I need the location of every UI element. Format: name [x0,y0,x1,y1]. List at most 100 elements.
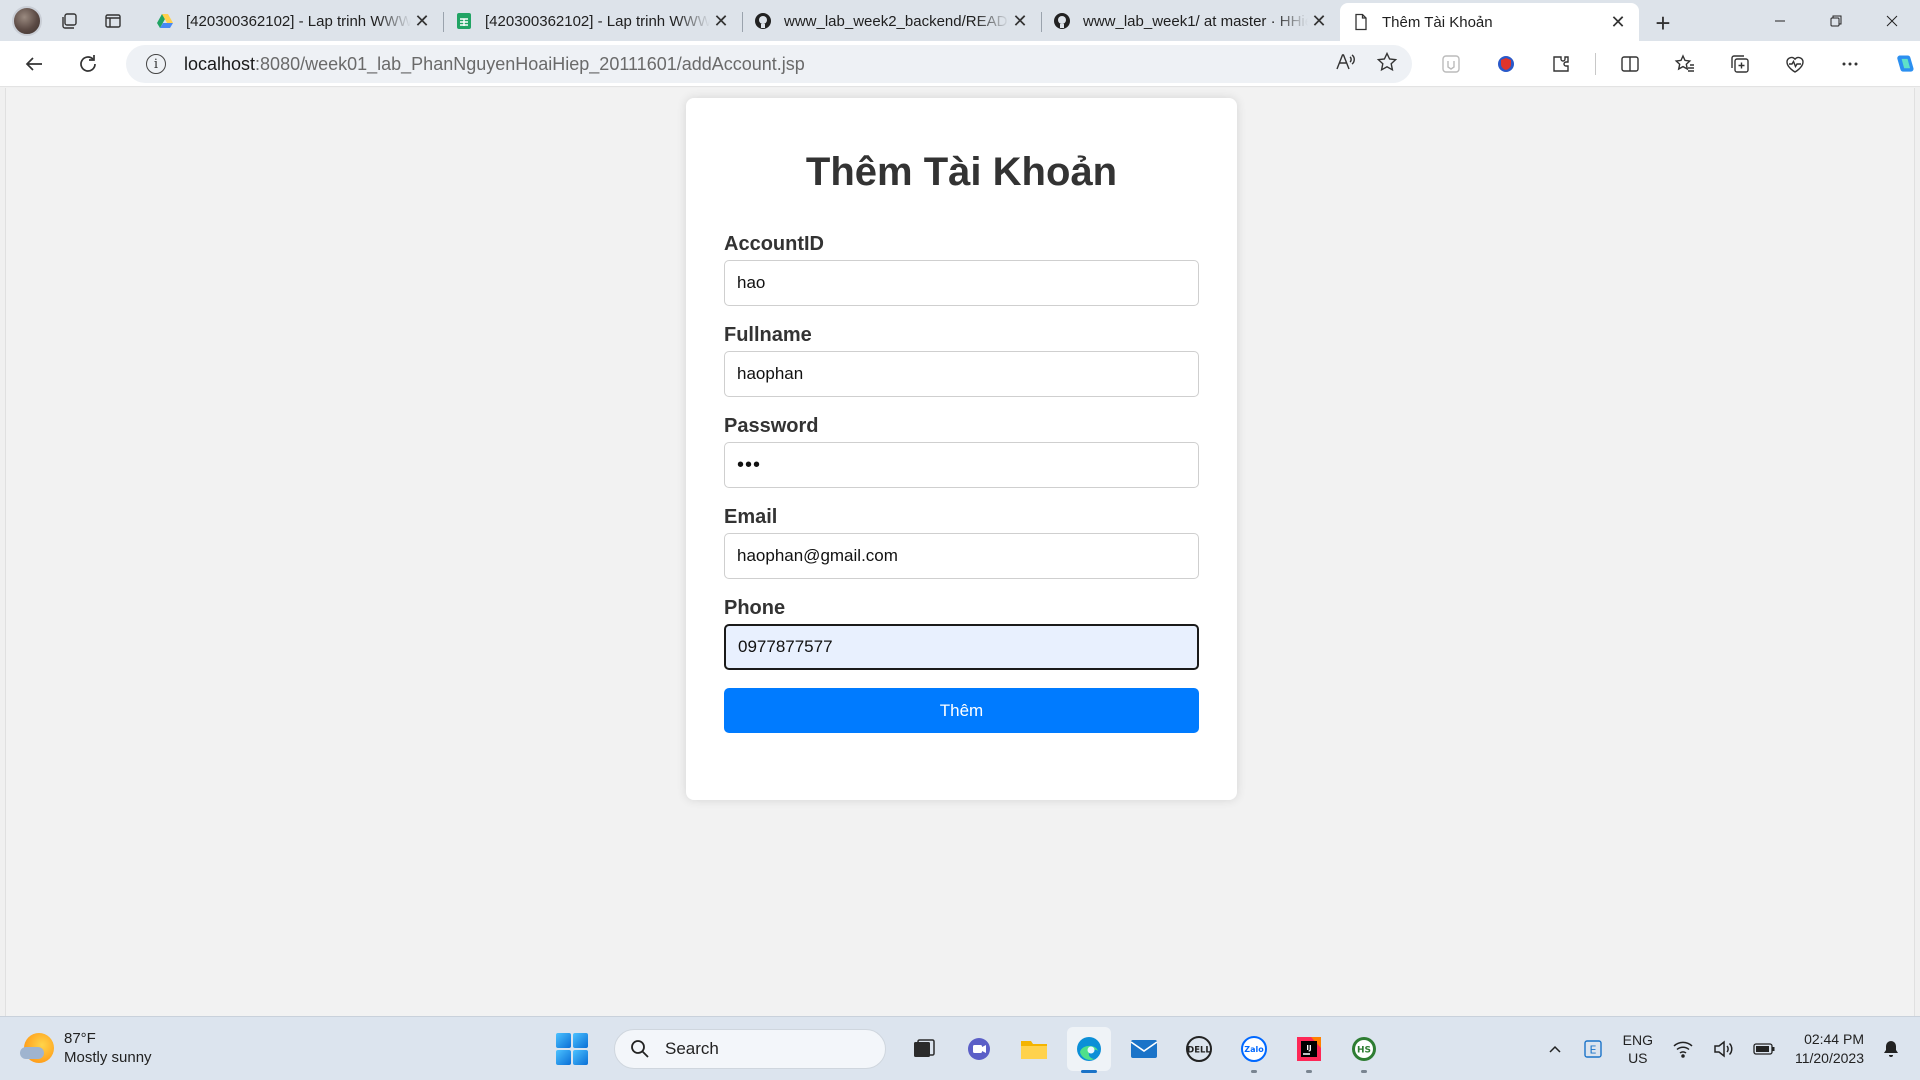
tab-title: www_lab_week1/ at master · HHiep [1083,12,1308,30]
new-tab-button[interactable]: + [1645,5,1681,41]
restore-icon[interactable] [1808,0,1864,41]
partly-sunny-icon [20,1033,54,1063]
toolbar-divider [1595,53,1596,75]
browser-essentials-icon[interactable] [1430,43,1472,85]
browser-health-icon[interactable] [1774,43,1816,85]
chevron-up-icon[interactable] [1547,1041,1563,1057]
more-options-icon[interactable] [1829,43,1871,85]
add-account-submit-button[interactable]: Thêm [724,688,1199,733]
page-viewport: Thêm Tài Khoản AccountID Fullname Passwo… [5,88,1915,1016]
browser-tab-strip: [420300362102] - Lap trinh WWW ✕ [420300… [0,0,1920,41]
window-controls [1752,0,1920,41]
file-explorer-icon[interactable] [1012,1027,1056,1071]
tab-github-week1[interactable]: www_lab_week1/ at master · HHiep ✕ [1041,4,1340,38]
github-icon [1053,12,1071,30]
windows-taskbar: 87°F Mostly sunny Search DELL Zalo IJ HS… [0,1016,1920,1080]
profile-avatar[interactable] [12,5,42,36]
favorite-star-icon[interactable] [1376,51,1398,78]
close-icon[interactable]: ✕ [710,10,732,32]
system-clock[interactable]: 02:44 PM 11/20/2023 [1795,1030,1864,1068]
github-icon [754,12,772,30]
fullname-input[interactable] [724,351,1199,397]
fullname-field-group: Fullname [724,324,1199,397]
tab-github-week2[interactable]: www_lab_week2_backend/README ✕ [742,4,1041,38]
taskbar-apps: Search DELL Zalo IJ HS [556,1025,1397,1073]
extensions-icon[interactable] [1540,43,1582,85]
tab-sheets[interactable]: [420300362102] - Lap trinh WWW ✕ [443,4,742,38]
password-label: Password [724,415,819,437]
windows-start-icon[interactable] [556,1033,588,1065]
google-sheets-icon [455,12,473,30]
intellij-icon[interactable]: IJ [1287,1027,1331,1073]
clock-time: 02:44 PM [1804,1031,1864,1047]
tab-drive[interactable]: [420300362102] - Lap trinh WWW ✕ [144,4,443,38]
tab-title: Thêm Tài Khoản [1382,13,1493,31]
tab-title: [420300362102] - Lap trinh WWW [186,12,411,30]
tab-add-account[interactable]: Thêm Tài Khoản ✕ [1340,3,1639,41]
edge-browser-icon[interactable] [1067,1027,1111,1073]
weather-widget[interactable]: 87°F Mostly sunny [20,1029,152,1067]
close-icon[interactable]: ✕ [1308,10,1330,32]
system-tray: E ENG US 02:44 PM 11/20/2023 [1547,1017,1920,1080]
accountid-label: AccountID [724,233,824,255]
language-indicator[interactable]: ENG US [1623,1031,1653,1067]
active-indicator [1081,1070,1097,1073]
tab-title: www_lab_week2_backend/README [784,12,1009,30]
back-icon[interactable] [14,44,54,84]
zalo-icon[interactable]: Zalo [1232,1027,1276,1073]
volume-icon[interactable] [1713,1040,1733,1058]
google-drive-icon [156,12,174,30]
toolbar-actions [1430,41,1920,87]
phone-label: Phone [724,597,786,619]
email-input[interactable] [724,533,1199,579]
close-icon[interactable]: ✕ [1009,10,1031,32]
close-window-icon[interactable] [1864,0,1920,41]
wifi-icon[interactable] [1673,1040,1693,1058]
tab-title: [420300362102] - Lap trinh WWW [485,12,710,30]
refresh-icon[interactable] [68,44,108,84]
copilot-icon[interactable] [1884,43,1920,85]
browser-toolbar: i localhost:8080/week01_lab_PhanNguyenHo… [0,41,1920,87]
fullname-label: Fullname [724,324,812,346]
svg-text:Zalo: Zalo [1244,1045,1264,1054]
tab-list: [420300362102] - Lap trinh WWW ✕ [420300… [144,0,1681,41]
workspaces-icon[interactable] [52,4,86,38]
close-icon[interactable]: ✕ [411,10,433,32]
svg-text:DELL: DELL [1187,1046,1211,1056]
teams-chat-icon[interactable] [957,1027,1001,1071]
search-label: Search [665,1039,719,1058]
svg-text:IJ: IJ [1306,1044,1311,1052]
running-indicator [1251,1070,1257,1073]
hs-app-icon[interactable]: HS [1342,1027,1386,1073]
collections-icon[interactable] [1719,43,1761,85]
password-input[interactable] [724,442,1199,488]
battery-icon[interactable] [1753,1042,1775,1056]
accountid-input[interactable] [724,260,1199,306]
svg-text:HS: HS [1357,1046,1371,1056]
running-indicator [1306,1070,1312,1073]
clock-date: 11/20/2023 [1794,1050,1864,1066]
site-info-icon[interactable]: i [146,54,166,74]
close-icon[interactable]: ✕ [1607,11,1629,33]
address-bar[interactable]: i localhost:8080/week01_lab_PhanNguyenHo… [126,45,1412,83]
task-view-icon[interactable] [902,1027,946,1071]
accountid-field-group: AccountID [724,233,1199,306]
phone-input[interactable] [724,624,1199,670]
minimize-icon[interactable] [1752,0,1808,41]
split-screen-icon[interactable] [1609,43,1651,85]
extension-shield-icon[interactable] [1485,43,1527,85]
read-aloud-icon[interactable] [1334,51,1356,78]
taskbar-search[interactable]: Search [614,1029,886,1069]
dell-icon[interactable]: DELL [1177,1027,1221,1071]
password-field-group: Password [724,415,1199,488]
svg-text:E: E [1589,1044,1596,1057]
mail-icon[interactable] [1122,1027,1166,1071]
add-account-form: Thêm Tài Khoản AccountID Fullname Passwo… [686,98,1237,800]
email-field-group: Email [724,506,1199,579]
vertical-tabs-icon[interactable] [96,4,130,38]
favorites-icon[interactable] [1664,43,1706,85]
notifications-bell-icon[interactable] [1882,1039,1900,1059]
page-title: Thêm Tài Khoản [805,150,1118,194]
input-method-icon[interactable]: E [1583,1039,1603,1059]
url-text[interactable]: localhost:8080/week01_lab_PhanNguyenHoai… [184,54,805,75]
